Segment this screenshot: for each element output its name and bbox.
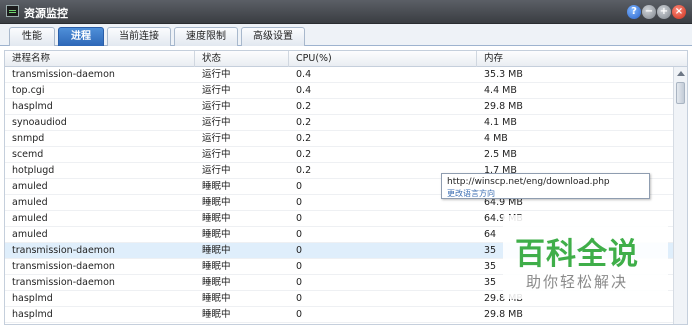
tab-processes[interactable]: 进程 [58, 27, 104, 46]
cell-process-name: amuled [12, 181, 48, 192]
cell-status: 运行中 [202, 85, 231, 96]
cell-memory: 29.8 MB [484, 101, 523, 112]
cell-cpu: 0.4 [296, 85, 312, 96]
cell-cpu: 0.2 [296, 117, 312, 128]
watermark: 百科全说 助你轻松解决 [503, 215, 668, 299]
tab-connections[interactable]: 当前连接 [107, 27, 171, 46]
cell-process-name: transmission-daemon [12, 245, 115, 256]
column-header-status[interactable]: 状态 [195, 51, 289, 67]
cell-status: 睡眠中 [202, 197, 231, 208]
cell-status: 运行中 [202, 165, 231, 176]
cell-memory: 4.4 MB [484, 85, 517, 96]
url-tooltip: http://winscp.net/eng/download.php 更改语言方… [441, 173, 650, 199]
cell-status: 运行中 [202, 133, 231, 144]
column-header-memory[interactable]: 内存 [477, 51, 687, 67]
cell-process-name: transmission-daemon [12, 69, 115, 80]
tab-speed-limit[interactable]: 速度限制 [174, 27, 238, 46]
column-header-name[interactable]: 进程名称 [5, 51, 195, 67]
cell-process-name: top.cgi [12, 85, 45, 96]
cell-process-name: transmission-daemon [12, 277, 115, 288]
watermark-slogan: 助你轻松解决 [526, 273, 629, 291]
cell-cpu: 0 [296, 293, 303, 304]
maximize-icon[interactable]: + [657, 5, 671, 19]
title-bar: 资源监控 ? − + × [0, 0, 692, 24]
cell-cpu: 0.2 [296, 101, 312, 112]
cell-status: 睡眠中 [202, 293, 231, 304]
cell-status: 睡眠中 [202, 229, 231, 240]
tooltip-url: http://winscp.net/eng/download.php [447, 177, 610, 187]
cell-process-name: synoaudiod [12, 117, 67, 128]
cell-process-name: amuled [12, 229, 48, 240]
cell-cpu: 0.2 [296, 149, 312, 160]
vertical-scrollbar[interactable] [673, 67, 687, 324]
cell-cpu: 0 [296, 261, 303, 272]
window-title: 资源监控 [24, 7, 68, 20]
cell-cpu: 0 [296, 213, 303, 224]
table-row[interactable]: transmission-daemon 运行中 0.4 35.3 MB [5, 67, 673, 83]
tab-advanced-settings[interactable]: 高级设置 [241, 27, 305, 46]
table-row[interactable]: scemd 运行中 0.2 2.5 MB [5, 147, 673, 163]
cell-status: 睡眠中 [202, 245, 231, 256]
cell-process-name: scemd [12, 149, 44, 160]
cell-cpu: 0.4 [296, 69, 312, 80]
minimize-icon[interactable]: − [642, 5, 656, 19]
cell-process-name: hotplugd [12, 165, 55, 176]
table-row[interactable]: synoaudiod 运行中 0.2 4.1 MB [5, 115, 673, 131]
cell-process-name: hasplmd [12, 309, 53, 320]
table-row[interactable]: snmpd 运行中 0.2 4 MB [5, 131, 673, 147]
cell-process-name: transmission-daemon [12, 261, 115, 272]
cell-status: 睡眠中 [202, 277, 231, 288]
scroll-up-arrow-icon[interactable] [677, 71, 685, 76]
monitor-app-icon [6, 5, 19, 17]
cell-status: 运行中 [202, 69, 231, 80]
cell-process-name: hasplmd [12, 293, 53, 304]
watermark-title: 百科全说 [515, 237, 639, 272]
tab-bar: 性能 进程 当前连接 速度限制 高级设置 [0, 24, 692, 46]
cell-status: 睡眠中 [202, 213, 231, 224]
cell-status: 运行中 [202, 101, 231, 112]
cell-process-name: hasplmd [12, 101, 53, 112]
table-row[interactable]: hasplmd 运行中 0.2 29.8 MB [5, 99, 673, 115]
cell-memory: 35.3 MB [484, 69, 523, 80]
cell-process-name: amuled [12, 197, 48, 208]
cell-memory: 29.8 MB [484, 309, 523, 320]
cell-cpu: 0 [296, 229, 303, 240]
cell-status: 睡眠中 [202, 181, 231, 192]
help-icon[interactable]: ? [627, 5, 641, 19]
cell-memory: 4 MB [484, 133, 508, 144]
table-row[interactable]: hasplmd 睡眠中 0 29.8 MB [5, 307, 673, 323]
cell-status: 睡眠中 [202, 309, 231, 320]
column-header-cpu[interactable]: CPU(%) [289, 51, 477, 67]
close-icon[interactable]: × [672, 5, 686, 19]
tooltip-link[interactable]: 更改语言方向 [447, 188, 495, 199]
table-header: 进程名称 状态 CPU(%) 内存 [5, 51, 687, 67]
cell-process-name: amuled [12, 213, 48, 224]
cell-cpu: 0.2 [296, 133, 312, 144]
cell-status: 运行中 [202, 149, 231, 160]
cell-memory: 4.1 MB [484, 117, 517, 128]
cell-cpu: 0 [296, 245, 303, 256]
table-row[interactable]: top.cgi 运行中 0.4 4.4 MB [5, 83, 673, 99]
scrollbar-thumb[interactable] [676, 82, 685, 104]
cell-status: 睡眠中 [202, 261, 231, 272]
tab-performance[interactable]: 性能 [9, 27, 55, 46]
cell-process-name: snmpd [12, 133, 45, 144]
cell-cpu: 0 [296, 309, 303, 320]
cell-status: 运行中 [202, 117, 231, 128]
cell-memory: 2.5 MB [484, 149, 517, 160]
cell-cpu: 0 [296, 277, 303, 288]
